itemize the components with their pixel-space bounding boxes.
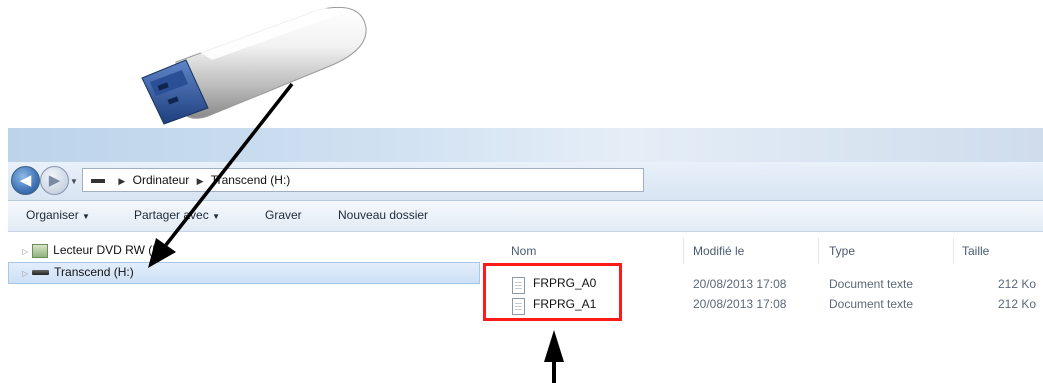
share-with-menu[interactable]: Partager avec ▼	[134, 208, 220, 222]
column-header-name[interactable]: Nom	[511, 244, 536, 258]
forward-button[interactable]: ▶	[40, 166, 69, 195]
usb-drive-icon	[32, 270, 50, 276]
column-header-size[interactable]: Taille	[962, 244, 989, 258]
column-divider[interactable]	[953, 238, 954, 264]
usb-stick-icon	[141, 6, 367, 125]
column-header-modified[interactable]: Modifié le	[693, 244, 744, 258]
nav-item-label: Transcend (H:)	[54, 265, 134, 279]
file-size: 212 Ko	[998, 297, 1037, 311]
back-button[interactable]: ◀	[11, 166, 40, 195]
column-divider[interactable]	[818, 238, 819, 264]
file-modified: 20/08/2013 17:08	[693, 277, 787, 291]
organize-menu[interactable]: Organiser ▼	[26, 208, 90, 222]
expand-icon[interactable]: ▷	[22, 247, 28, 256]
arrowhead-icon	[544, 330, 564, 362]
recent-pages-dropdown-icon[interactable]: ▼	[70, 177, 78, 186]
new-folder-button[interactable]: Nouveau dossier	[338, 208, 428, 222]
breadcrumb-drive[interactable]: Transcend (H:)	[211, 173, 291, 187]
expand-icon[interactable]: ▷	[22, 269, 28, 278]
chevron-right-icon[interactable]: ▶	[197, 176, 204, 186]
nav-item-dvd-drive[interactable]: ▷ Lecteur DVD RW (E:)	[22, 241, 168, 259]
chevron-right-icon[interactable]: ▶	[118, 176, 125, 186]
column-divider[interactable]	[683, 238, 684, 264]
highlight-box	[483, 263, 622, 321]
file-type: Document texte	[829, 297, 914, 311]
dvd-drive-icon	[32, 243, 49, 258]
file-type: Document texte	[829, 277, 914, 291]
burn-button[interactable]: Graver	[265, 208, 302, 222]
nav-item-transcend[interactable]: ▷ Transcend (H:)	[22, 263, 134, 281]
file-modified: 20/08/2013 17:08	[693, 297, 787, 311]
chevron-down-icon: ▼	[82, 212, 90, 221]
file-size: 212 Ko	[998, 277, 1037, 291]
window-titlebar	[8, 128, 1043, 162]
drive-icon	[91, 178, 105, 183]
address-bar[interactable]: ▶ Ordinateur ▶ Transcend (H:)	[82, 168, 644, 192]
breadcrumb-computer[interactable]: Ordinateur	[133, 173, 190, 187]
nav-item-label: Lecteur DVD RW (E:)	[53, 243, 168, 257]
chevron-down-icon: ▼	[212, 212, 220, 221]
column-header-type[interactable]: Type	[829, 244, 855, 258]
